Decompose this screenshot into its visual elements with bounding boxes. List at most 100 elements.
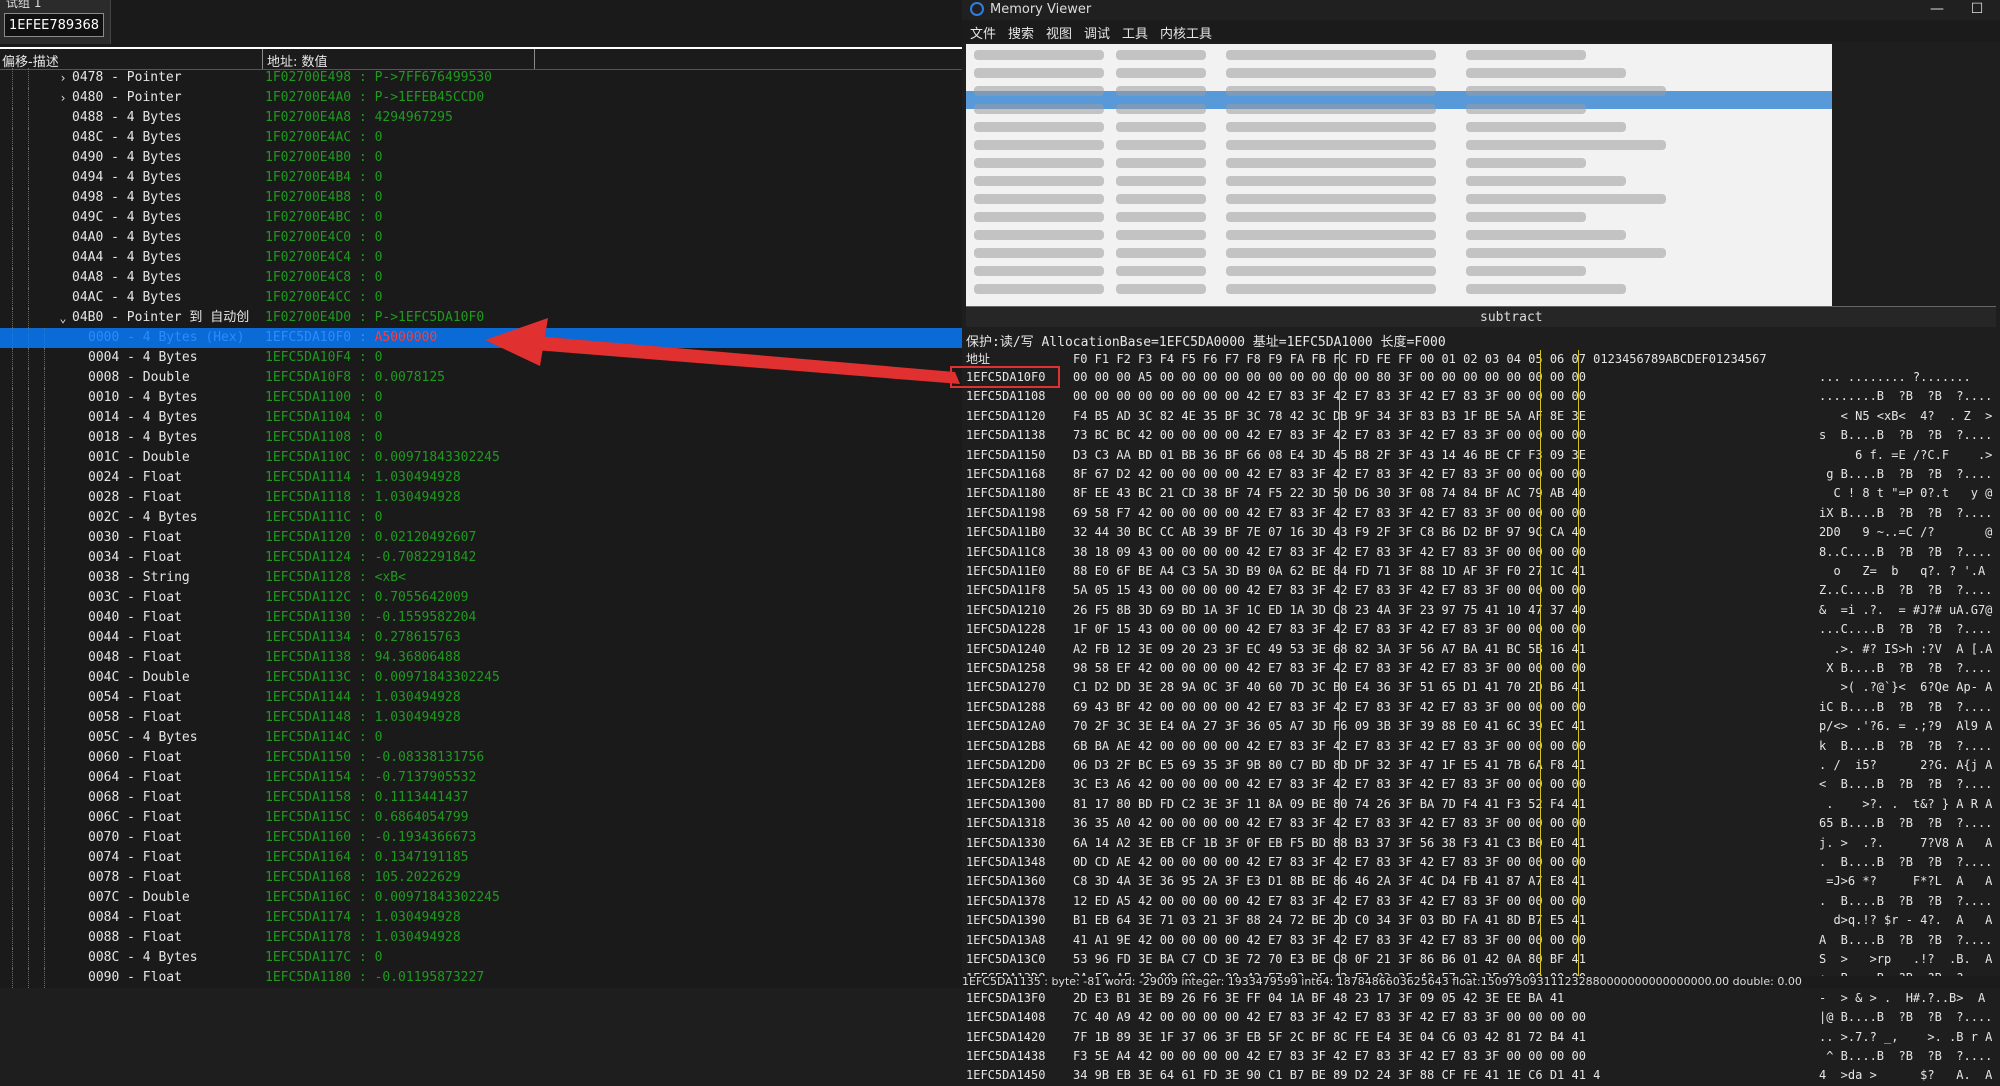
obscured-instruction-text: [1466, 248, 1666, 258]
tree-row[interactable]: 0060 - Float 1EFC5DA1150 : -0.08338131756: [0, 748, 962, 768]
row-address-value: 1F02700E4D0 : P->1EFC5DA10F0: [265, 310, 485, 325]
hex-row-bytes: 70 2F 3C 3E E4 0A 27 3F 36 05 A7 3D F6 0…: [1073, 719, 1586, 734]
tree-row[interactable]: 04A0 - 4 Bytes 1F02700E4C0 : 0: [0, 228, 962, 248]
tree-row[interactable]: 0074 - Float 1EFC5DA1164 : 0.1347191185: [0, 848, 962, 868]
tree-row[interactable]: › 0478 - Pointer 1F02700E498 : P->7FF67649…: [0, 68, 962, 88]
row-description: 0060 - Float: [88, 750, 182, 765]
tree-row[interactable]: 007C - Double 1EFC5DA116C : 0.00971843302…: [0, 888, 962, 908]
hex-row-ascii: 4 >da > $? A. A: [1819, 1068, 1993, 1083]
hex-row-address: 1EFC5DA1228: [966, 622, 1046, 637]
hex-view[interactable]: 地址 F0 F1 F2 F3 F4 F5 F6 F7 F8 F9 FA FB F…: [966, 350, 2000, 1082]
tree-row[interactable]: 0038 - String 1EFC5DA1128 : <xB<: [0, 568, 962, 588]
tree-row[interactable]: 0000 - 4 Bytes (Hex) 1EFC5DA10F0 : A50000…: [0, 328, 962, 348]
hex-row-bytes: F3 5E A4 42 00 00 00 00 42 E7 83 3F 42 E…: [1073, 1049, 1586, 1063]
tree-row[interactable]: 0014 - 4 Bytes 1EFC5DA1104 : 0: [0, 408, 962, 428]
tree-row[interactable]: 003C - Float 1EFC5DA112C : 0.7055642009: [0, 588, 962, 608]
row-address-value: 1EFC5DA10F8 : 0.0078125: [265, 370, 446, 385]
row-description: 0034 - Float: [88, 550, 182, 565]
tree-row[interactable]: 0058 - Float 1EFC5DA1148 : 1.030494928: [0, 708, 962, 728]
obscured-instruction-text: [1466, 68, 1626, 78]
disassembler-view[interactable]: [966, 44, 1832, 306]
tree-row[interactable]: 0064 - Float 1EFC5DA1154 : -0.7137905532: [0, 768, 962, 788]
row-address-value: 1EFC5DA1154 : -0.7137905532: [265, 770, 477, 785]
minimize-button[interactable]: —: [1922, 0, 1952, 20]
tree-row[interactable]: 0488 - 4 Bytes 1F02700E4A8 : 4294967295: [0, 108, 962, 128]
tree-row[interactable]: 0004 - 4 Bytes 1EFC5DA10F4 : 0: [0, 348, 962, 368]
menu-file[interactable]: 文件: [970, 23, 996, 42]
tree-row[interactable]: 002C - 4 Bytes 1EFC5DA111C : 0: [0, 508, 962, 528]
tree-row[interactable]: 004C - Double 1EFC5DA113C : 0.00971843302…: [0, 668, 962, 688]
tree-row[interactable]: ⌄ 04B0 - Pointer 到 自动创 1F02700E4D0 : P->1E…: [0, 308, 962, 328]
row-description: 0014 - 4 Bytes: [88, 410, 198, 425]
hex-row-ascii: ^ B....B ?B ?B ?....: [1819, 1049, 1993, 1063]
hex-row-bytes: 53 96 FD 3E BA C7 CD 3E 72 70 E3 BE C8 0…: [1073, 952, 1586, 966]
menu-debug[interactable]: 调试: [1084, 23, 1110, 42]
tree-row[interactable]: 0040 - Float 1EFC5DA1130 : -0.1559582204: [0, 608, 962, 628]
tree-row[interactable]: 0048 - Float 1EFC5DA1138 : 94.36806488: [0, 648, 962, 668]
tree-row[interactable]: 008C - 4 Bytes 1EFC5DA117C : 0: [0, 948, 962, 968]
tree-row[interactable]: 0078 - Float 1EFC5DA1168 : 105.2022629: [0, 868, 962, 888]
obscured-instruction-text: [974, 104, 1104, 114]
tree-row[interactable]: 0030 - Float 1EFC5DA1120 : 0.02120492607: [0, 528, 962, 548]
tree-row[interactable]: 005C - 4 Bytes 1EFC5DA114C : 0: [0, 728, 962, 748]
tree-row[interactable]: 0044 - Float 1EFC5DA1134 : 0.278615763: [0, 628, 962, 648]
column-divider[interactable]: [534, 49, 535, 69]
column-guide-line: [1339, 350, 1340, 976]
tree-row[interactable]: 0010 - 4 Bytes 1EFC5DA1100 : 0: [0, 388, 962, 408]
hex-row-ascii: 65 B....B ?B ?B ?....: [1819, 816, 1993, 831]
hex-row-address: 1EFC5DA1300: [966, 796, 1046, 811]
row-description: 005C - 4 Bytes: [88, 730, 198, 745]
row-address-value: 1EFC5DA115C : 0.6864054799: [265, 810, 469, 825]
hex-row-bytes: 2D E3 B1 3E B9 26 F6 3E FF 04 1A BF 48 2…: [1073, 990, 1565, 1005]
hex-row-ascii: iC B....B ?B ?B ?....: [1819, 699, 1993, 714]
tree-row[interactable]: 006C - Float 1EFC5DA115C : 0.6864054799: [0, 808, 962, 828]
tree-row[interactable]: 04AC - 4 Bytes 1F02700E4CC : 0: [0, 288, 962, 308]
tree-row[interactable]: 048C - 4 Bytes 1F02700E4AC : 0: [0, 128, 962, 148]
tree-row[interactable]: 04A8 - 4 Bytes 1F02700E4C8 : 0: [0, 268, 962, 288]
column-divider[interactable]: [262, 49, 263, 69]
menu-search[interactable]: 搜索: [1008, 23, 1034, 42]
tree-row[interactable]: 0490 - 4 Bytes 1F02700E4B0 : 0: [0, 148, 962, 168]
hex-row-address: 1EFC5DA1360: [966, 874, 1046, 889]
hex-row-bytes: 73 BC BC 42 00 00 00 00 42 E7 83 3F 42 E…: [1073, 428, 1586, 443]
tree-row[interactable]: 0090 - Float 1EFC5DA1180 : -0.01195873227: [0, 968, 962, 988]
base-address-input[interactable]: [4, 13, 104, 37]
hex-row-ascii: X B....B ?B ?B ?....: [1819, 661, 1993, 675]
collapsed-chevron-icon[interactable]: ›: [58, 88, 68, 108]
row-description: 0490 - 4 Bytes: [72, 150, 182, 165]
hex-row-bytes: F4 B5 AD 3C 82 4E 35 BF 3C 78 42 3C DB 9…: [1073, 408, 1586, 423]
hex-row-ascii: & =i .?. = #J?# uA.G7@: [1819, 602, 1993, 617]
tree-row[interactable]: 0028 - Float 1EFC5DA1118 : 1.030494928: [0, 488, 962, 508]
tree-row[interactable]: 0498 - 4 Bytes 1F02700E4B8 : 0: [0, 188, 962, 208]
row-address-value: 1F02700E4A8 : 4294967295: [265, 110, 453, 125]
row-address-value: 1F02700E4C0 : 0: [265, 230, 383, 245]
tree-row[interactable]: › 0480 - Pointer 1F02700E4A0 : P->1EFEB45C…: [0, 88, 962, 108]
tree-row[interactable]: 0084 - Float 1EFC5DA1174 : 1.030494928: [0, 908, 962, 928]
row-description: 0498 - 4 Bytes: [72, 190, 182, 205]
tree-row[interactable]: 0088 - Float 1EFC5DA1178 : 1.030494928: [0, 928, 962, 948]
obscured-instruction-text: [1116, 230, 1206, 240]
hex-row-ascii: < N5 <xB< 4? . Z >: [1819, 408, 1993, 423]
menu-tools[interactable]: 工具: [1122, 23, 1148, 42]
tree-row[interactable]: 0018 - 4 Bytes 1EFC5DA1108 : 0: [0, 428, 962, 448]
tree-row[interactable]: 0024 - Float 1EFC5DA1114 : 1.030494928: [0, 468, 962, 488]
tree-row[interactable]: 0008 - Double 1EFC5DA10F8 : 0.0078125: [0, 368, 962, 388]
row-address-value: 1EFC5DA1150 : -0.08338131756: [265, 750, 485, 765]
tree-row[interactable]: 0034 - Float 1EFC5DA1124 : -0.7082291842: [0, 548, 962, 568]
maximize-button[interactable]: ☐: [1962, 0, 1992, 20]
hex-row-bytes: 7F 1B 89 3E 1F 37 06 3F EB 5F 2C BF 8C F…: [1073, 1029, 1586, 1044]
menu-kernel-tools[interactable]: 内核工具: [1160, 23, 1212, 42]
expanded-chevron-icon[interactable]: ⌄: [58, 308, 68, 328]
tree-row[interactable]: 0494 - 4 Bytes 1F02700E4B4 : 0: [0, 168, 962, 188]
tree-row[interactable]: 049C - 4 Bytes 1F02700E4BC : 0: [0, 208, 962, 228]
collapsed-chevron-icon[interactable]: ›: [58, 68, 68, 88]
obscured-instruction-text: [1226, 212, 1436, 222]
tree-row[interactable]: 0070 - Float 1EFC5DA1160 : -0.1934366673: [0, 828, 962, 848]
tree-row[interactable]: 0068 - Float 1EFC5DA1158 : 0.1113441437: [0, 788, 962, 808]
tree-row[interactable]: 0054 - Float 1EFC5DA1144 : 1.030494928: [0, 688, 962, 708]
tree-row[interactable]: 001C - Double 1EFC5DA110C : 0.00971843302…: [0, 448, 962, 468]
row-address-value: 1EFC5DA1164 : 0.1347191185: [265, 850, 469, 865]
row-description: 003C - Float: [88, 590, 182, 605]
menu-view[interactable]: 视图: [1046, 23, 1072, 42]
tree-row[interactable]: 04A4 - 4 Bytes 1F02700E4C4 : 0: [0, 248, 962, 268]
